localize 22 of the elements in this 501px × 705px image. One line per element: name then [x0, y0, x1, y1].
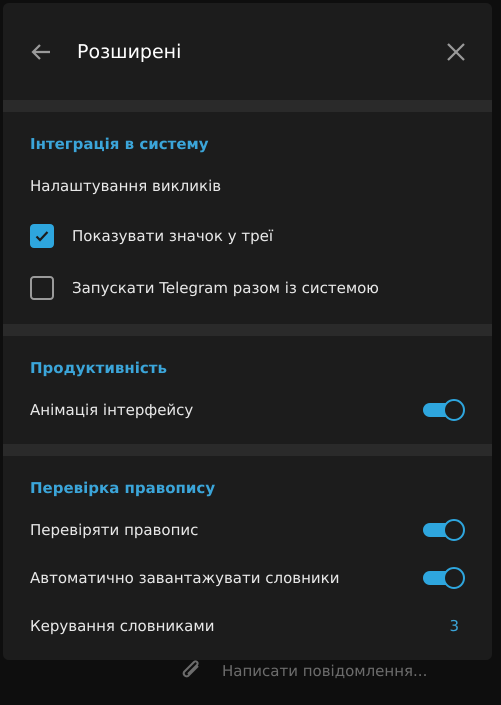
toggle-label: Перевіряти правопис [30, 521, 200, 539]
toggle-label: Автоматично завантажувати словники [30, 569, 340, 587]
section-heading: Перевірка правопису [29, 478, 216, 499]
settings-row[interactable]: Налаштування викликів [3, 162, 492, 210]
settings-row[interactable]: Керування словниками 3 [3, 602, 492, 650]
toggle-label: Анімація інтерфейсу [30, 401, 194, 419]
checkbox-row[interactable]: Показувати значок у треї [3, 210, 492, 262]
dialog-title: Розширені [77, 40, 182, 62]
checkbox-label: Показувати значок у треї [72, 227, 274, 245]
checkbox[interactable] [30, 276, 54, 300]
toggle-row[interactable]: Автоматично завантажувати словники [3, 554, 492, 602]
toggle-row[interactable]: Анімація інтерфейсу [3, 386, 492, 434]
checkbox[interactable] [30, 224, 54, 248]
row-label: Налаштування викликів [30, 177, 222, 195]
row-label: Керування словниками [30, 617, 216, 635]
toggle-row[interactable]: Перевіряти правопис [3, 506, 492, 554]
count-value: 3 [449, 617, 459, 635]
checkbox-label: Запускати Telegram разом із системою [72, 279, 380, 297]
message-input[interactable]: Написати повідомлення... [222, 662, 428, 680]
section-heading: Продуктивність [29, 358, 168, 379]
section-heading: Інтеграція в систему [29, 134, 210, 155]
checkbox-row[interactable]: Запускати Telegram разом із системою [3, 262, 492, 314]
